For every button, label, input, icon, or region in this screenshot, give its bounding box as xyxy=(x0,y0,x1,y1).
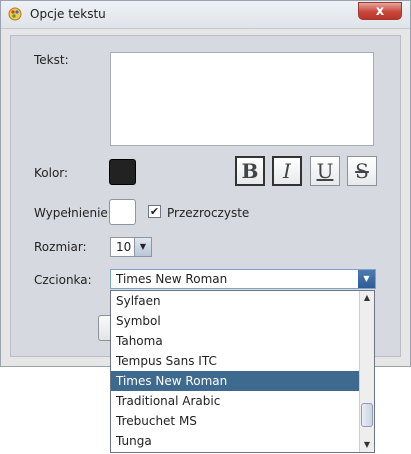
bold-button[interactable]: B xyxy=(235,156,265,186)
font-option-selected[interactable]: Times New Roman xyxy=(111,371,359,391)
font-option[interactable]: Tahoma xyxy=(111,331,359,351)
paint-palette-icon xyxy=(8,7,22,21)
chevron-down-icon[interactable]: ▼ xyxy=(358,270,375,288)
transparent-label: Przezroczyste xyxy=(167,206,250,220)
list-scrollbar[interactable]: ▲ ▼ xyxy=(359,291,374,452)
font-option[interactable]: Symbol xyxy=(111,311,359,331)
scroll-up-icon[interactable]: ▲ xyxy=(360,291,374,305)
font-value: Times New Roman xyxy=(116,272,228,286)
scroll-down-icon[interactable]: ▼ xyxy=(360,438,374,452)
color-label: Kolor: xyxy=(34,166,69,180)
fill-label: Wypełnienie: xyxy=(34,206,112,220)
font-option[interactable]: Tunga xyxy=(111,431,359,451)
text-color-swatch[interactable] xyxy=(109,159,136,185)
strikethrough-button[interactable]: S xyxy=(347,156,377,186)
size-combobox[interactable]: 10 ▼ xyxy=(110,237,152,257)
scrollbar-thumb[interactable] xyxy=(361,403,373,427)
chevron-down-icon[interactable]: ▼ xyxy=(134,238,151,256)
underline-button[interactable]: U xyxy=(310,156,340,186)
italic-button[interactable]: I xyxy=(272,156,302,186)
window-title: Opcje tekstu xyxy=(30,7,106,21)
fill-color-swatch[interactable] xyxy=(109,199,136,225)
transparent-checkbox[interactable]: ✔ xyxy=(148,205,161,218)
font-label: Czcionka: xyxy=(34,273,92,287)
title-bar[interactable]: Opcje tekstu x xyxy=(1,1,410,29)
font-option[interactable]: Trebuchet MS xyxy=(111,411,359,431)
font-dropdown-list[interactable]: Sylfaen Symbol Tahoma Tempus Sans ITC Ti… xyxy=(110,290,375,453)
font-option[interactable]: Tempus Sans ITC xyxy=(111,351,359,371)
font-option[interactable]: Sylfaen xyxy=(111,291,359,311)
close-button[interactable]: x xyxy=(358,2,402,20)
font-combobox[interactable]: Times New Roman ▼ xyxy=(110,269,376,289)
text-input[interactable] xyxy=(110,52,374,146)
size-label: Rozmiar: xyxy=(34,240,87,254)
size-value: 10 xyxy=(116,240,132,254)
text-label: Tekst: xyxy=(34,53,69,67)
font-option[interactable]: Traditional Arabic xyxy=(111,391,359,411)
